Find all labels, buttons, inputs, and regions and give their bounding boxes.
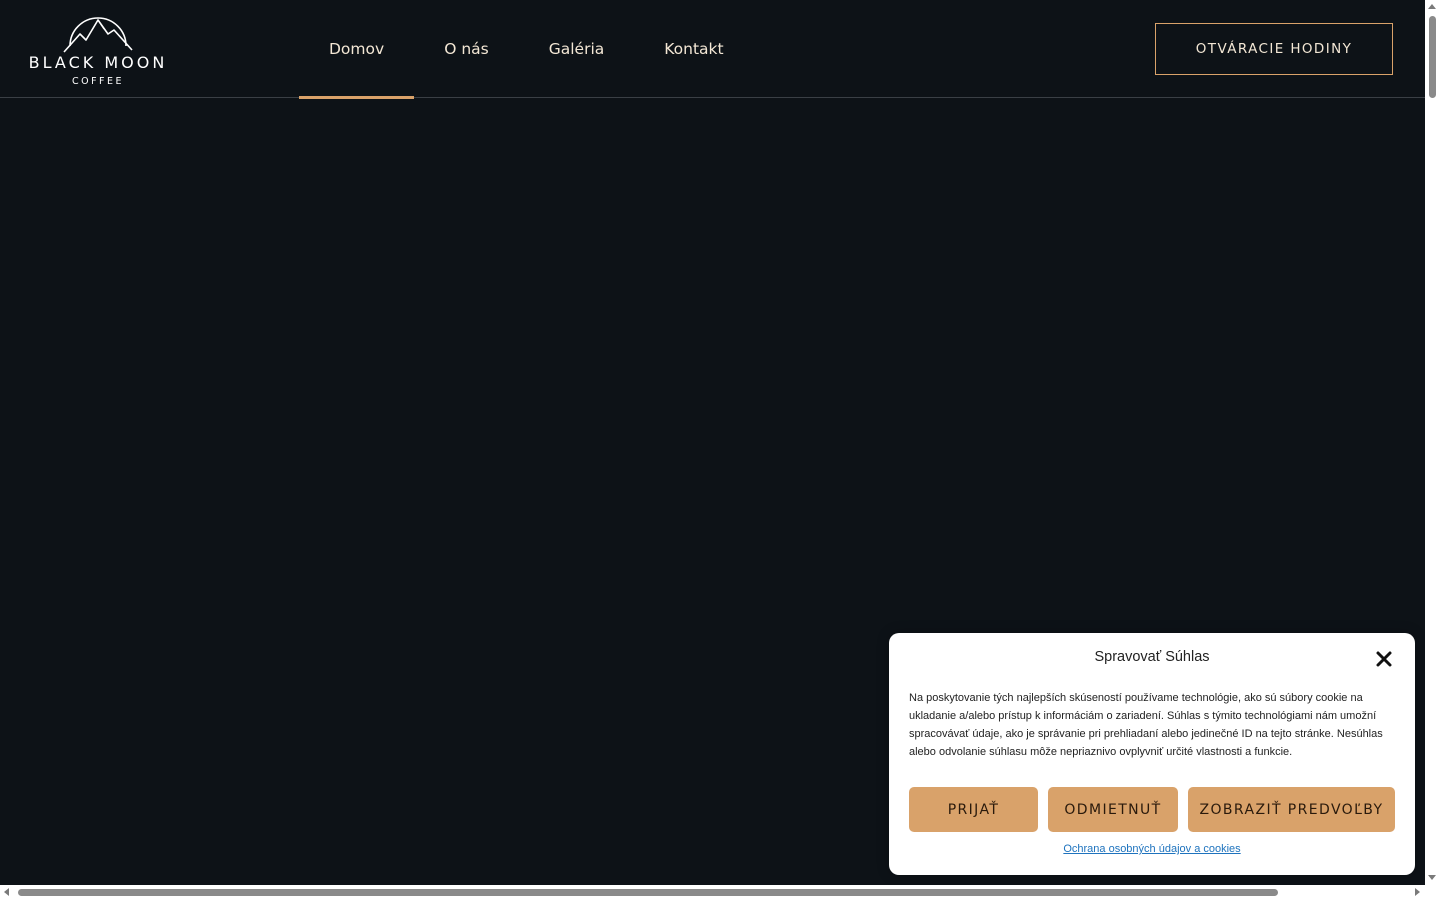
vertical-scrollbar[interactable]	[1425, 0, 1440, 885]
moon-mountain-logo-icon	[63, 17, 133, 53]
close-icon[interactable]	[1375, 650, 1393, 668]
privacy-policy-link[interactable]: Ochrana osobných údajov a cookies	[889, 843, 1415, 855]
cookie-consent-panel: Spravovať Súhlas Na poskytovanie tých na…	[889, 633, 1415, 875]
cookie-description: Na poskytovanie tých najlepších skúsenos…	[909, 692, 1383, 758]
view-preferences-button[interactable]: ZOBRAZIŤ PREDVOĽBY	[1188, 787, 1395, 832]
scroll-down-arrow-icon[interactable]	[1428, 875, 1436, 880]
nav-item-domov[interactable]: Domov	[299, 0, 415, 99]
site-logo[interactable]: BLACK MOON COFFEE	[20, 4, 176, 90]
scroll-right-arrow-icon[interactable]	[1415, 888, 1420, 896]
vertical-scroll-thumb[interactable]	[1429, 16, 1436, 98]
nav-item-galeria[interactable]: Galéria	[519, 0, 635, 98]
opening-hours-button[interactable]: OTVÁRACIE HODINY	[1155, 23, 1393, 75]
site-header: BLACK MOON COFFEE Domov O nás Galéria Ko…	[0, 0, 1425, 99]
scrollbar-corner	[1425, 885, 1440, 900]
page-viewport: BLACK MOON COFFEE Domov O nás Galéria Ko…	[0, 0, 1425, 885]
logo-subtitle: COFFEE	[71, 76, 125, 87]
scroll-up-arrow-icon[interactable]	[1428, 4, 1436, 9]
accept-button[interactable]: PRIJAŤ	[909, 787, 1038, 832]
nav-item-o-nas[interactable]: O nás	[414, 0, 519, 98]
cookie-title: Spravovať Súhlas	[1094, 649, 1210, 665]
deny-button[interactable]: ODMIETNUŤ	[1048, 787, 1178, 832]
scroll-left-arrow-icon[interactable]	[4, 888, 9, 896]
horizontal-scroll-thumb[interactable]	[18, 889, 1278, 896]
nav-item-kontakt[interactable]: Kontakt	[634, 0, 753, 98]
main-nav: Domov O nás Galéria Kontakt	[299, 0, 754, 99]
horizontal-scrollbar[interactable]	[0, 885, 1425, 900]
logo-wordmark: BLACK MOON	[28, 53, 168, 72]
cookie-button-row: PRIJAŤ ODMIETNUŤ ZOBRAZIŤ PREDVOĽBY	[909, 787, 1395, 832]
